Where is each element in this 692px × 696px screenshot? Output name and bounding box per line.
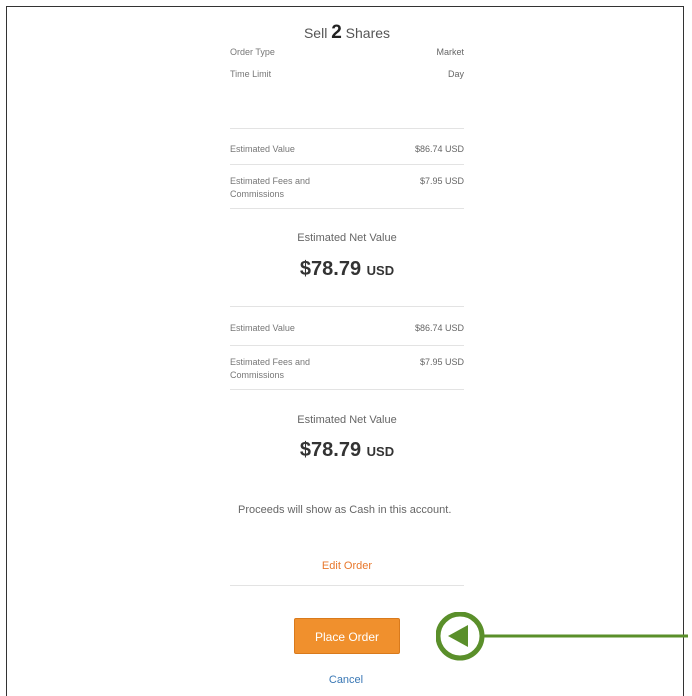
divider — [230, 164, 464, 165]
estimated-value-row: Estimated Value $86.74 USD — [230, 322, 464, 335]
fees-row: Estimated Fees and Commissions $7.95 USD — [230, 175, 464, 201]
net-value: $78.79 USD — [230, 439, 464, 462]
estimated-value: $86.74 USD — [414, 323, 464, 333]
time-limit-label: Time Limit — [230, 69, 272, 79]
order-type-value: Market — [436, 47, 464, 57]
fees-value: $7.95 USD — [419, 176, 464, 186]
divider — [230, 208, 464, 209]
fees-row: Estimated Fees and Commissions $7.95 USD — [230, 356, 464, 382]
net-value-currency: USD — [366, 263, 395, 278]
divider — [230, 345, 464, 346]
order-type-label: Order Type — [230, 47, 275, 57]
estimated-value-label: Estimated Value — [230, 323, 295, 333]
estimated-value: $86.74 USD — [414, 144, 464, 154]
net-value-label: Estimated Net Value — [297, 232, 397, 244]
estimated-value-row: Estimated Value $86.74 USD — [230, 143, 464, 156]
time-limit-value: Day — [447, 69, 464, 79]
net-value: $78.79 USD — [230, 258, 464, 281]
order-type-row: Order Type Market — [230, 46, 464, 59]
net-value-currency: USD — [366, 444, 395, 459]
divider — [230, 128, 464, 129]
divider — [230, 389, 464, 390]
divider — [230, 306, 464, 307]
net-value-amount: $78.79 — [299, 258, 362, 280]
order-summary: Order Type Market Time Limit Day Estimat… — [230, 0, 464, 696]
pointer-arrow-icon — [436, 612, 688, 661]
fees-value: $7.95 USD — [419, 357, 464, 367]
estimated-value-label: Estimated Value — [230, 144, 295, 154]
place-order-button[interactable]: Place Order — [294, 618, 400, 654]
edit-order-link[interactable]: Edit Order — [322, 560, 372, 572]
proceeds-note: Proceeds will show as Cash in this accou… — [238, 504, 452, 516]
divider — [230, 585, 464, 586]
time-limit-row: Time Limit Day — [230, 68, 464, 81]
edit-order-wrap: Edit Order — [230, 556, 464, 574]
net-value-amount: $78.79 — [299, 439, 362, 461]
fees-label: Estimated Fees and Commissions — [230, 357, 311, 380]
net-value-label: Estimated Net Value — [297, 414, 397, 426]
fees-label: Estimated Fees and Commissions — [230, 176, 311, 199]
cancel-link[interactable]: Cancel — [300, 674, 392, 686]
